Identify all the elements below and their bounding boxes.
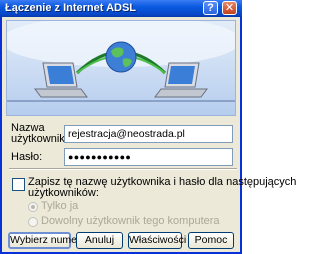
help-button[interactable]: ?: [203, 1, 218, 15]
help-dialog-button[interactable]: Pomoc: [188, 232, 234, 249]
dialog-window: Łączenie z Internet ADSL ? ✕ Nazwa użytk…: [0, 0, 296, 254]
banner-divider: [7, 100, 235, 102]
title-bar[interactable]: Łączenie z Internet ADSL ? ✕: [0, 0, 242, 17]
radio-only-me[interactable]: [28, 202, 38, 212]
globe-icon: [105, 41, 137, 73]
password-label: Hasło:: [11, 151, 43, 163]
username-field[interactable]: rejestracja@neostrada.pl: [64, 125, 233, 143]
connection-banner: [6, 20, 236, 116]
save-credentials-label[interactable]: Zapisz tę nazwę użytkownika i hasło dla …: [28, 177, 296, 199]
window-title: Łączenie z Internet ADSL: [5, 2, 137, 14]
properties-button[interactable]: Właściwości: [128, 232, 186, 249]
save-credentials-checkbox[interactable]: [12, 178, 25, 191]
radio-anyone-label: Dowolny użytkownik tego komputera: [41, 215, 220, 227]
left-computer-icon: [34, 62, 88, 98]
separator: [9, 168, 237, 170]
cancel-button[interactable]: Anuluj: [76, 232, 123, 249]
right-computer-icon: [154, 62, 208, 98]
dial-button[interactable]: Wybierz numer: [8, 232, 81, 249]
password-field[interactable]: ●●●●●●●●●●●: [64, 148, 233, 166]
radio-only-me-label: Tylko ja: [41, 200, 79, 212]
close-button[interactable]: ✕: [222, 1, 237, 15]
radio-anyone[interactable]: [28, 217, 38, 227]
